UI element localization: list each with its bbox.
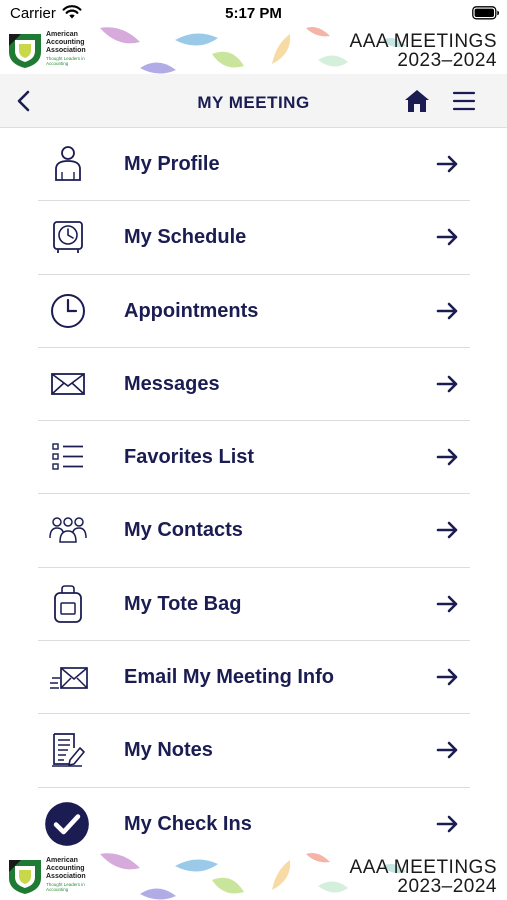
arrow-right-icon <box>436 228 458 246</box>
banner-title-line2: 2023–2024 <box>397 876 497 897</box>
menu-item-label: Favorites List <box>124 446 255 469</box>
arrow-right-icon <box>436 522 458 539</box>
arrow-right-icon <box>436 375 458 393</box>
menu-button[interactable] <box>451 88 477 114</box>
menu-item-my-profile[interactable]: My Profile <box>38 128 470 202</box>
menu-item-label: Email My Meeting Info <box>124 666 335 689</box>
check-circle-icon <box>45 801 89 846</box>
menu-item-label: My Notes <box>124 739 213 762</box>
org-name: American Accounting Association <box>46 31 86 54</box>
person-icon <box>55 146 81 181</box>
status-time: 5:17 PM <box>225 5 282 22</box>
footer-banner: American Accounting Association Thought … <box>0 852 507 900</box>
home-icon <box>405 90 429 112</box>
envelope-icon <box>51 372 85 395</box>
menu-item-label: My Profile <box>124 153 220 175</box>
aaa-logo-icon <box>9 34 41 68</box>
menu-item-label: Appointments <box>124 299 259 322</box>
menu-item-my-contacts[interactable]: My Contacts <box>38 494 470 568</box>
notes-icon <box>52 733 85 768</box>
status-bar: Carrier 5:17 PM <box>0 0 507 28</box>
menu-item-my-check-ins[interactable]: My Check Ins <box>38 788 470 861</box>
menu-item-my-tote-bag[interactable]: My Tote Bag <box>38 568 470 642</box>
clock-icon <box>51 293 85 328</box>
menu-item-favorites-list[interactable]: Favorites List <box>38 421 470 495</box>
menu-item-label: My Tote Bag <box>124 592 242 615</box>
arrow-right-icon <box>436 595 458 613</box>
menu-item-my-schedule[interactable]: My Schedule <box>38 201 470 275</box>
banner-title: AAA MEETINGS 2023–2024 <box>350 858 497 896</box>
arrow-right-icon <box>436 668 458 686</box>
arrow-right-icon <box>436 815 458 832</box>
org-name: American Accounting Association <box>46 857 86 880</box>
navigation-bar: MY MEETING <box>0 74 507 128</box>
menu-item-label: My Schedule <box>124 226 247 249</box>
arrow-right-icon <box>436 742 458 759</box>
banner-title-line1: AAA MEETINGS <box>349 31 497 52</box>
aaa-logo-icon <box>9 860 41 894</box>
org-tagline: Thought Leaders in Accounting <box>46 56 85 66</box>
menu-item-label: My Contacts <box>124 519 243 542</box>
checklist-icon <box>52 443 83 470</box>
clock-box-icon <box>53 221 83 254</box>
arrow-right-icon <box>436 448 458 466</box>
arrow-right-icon <box>436 302 458 319</box>
arrow-right-icon <box>436 155 458 173</box>
banner-title-line2: 2023–2024 <box>397 50 497 71</box>
banner-title: AAA MEETINGS 2023–2024 <box>350 32 497 70</box>
menu-item-label: Messages <box>124 372 220 395</box>
battery-icon <box>472 6 500 25</box>
tote-bag-icon <box>54 584 82 623</box>
contacts-group-icon <box>49 517 87 544</box>
menu-item-my-notes[interactable]: My Notes <box>38 714 470 788</box>
menu-item-label: My Check Ins <box>124 812 252 835</box>
home-button[interactable] <box>403 88 431 114</box>
hamburger-menu-icon <box>452 91 476 111</box>
menu-item-appointments[interactable]: Appointments <box>38 275 470 348</box>
email-send-icon <box>50 667 88 689</box>
banner-title-line1: AAA MEETINGS <box>349 857 497 878</box>
org-tagline: Thought Leaders in Accounting <box>46 882 85 892</box>
menu-item-email-meeting-info[interactable]: Email My Meeting Info <box>38 641 470 715</box>
meeting-menu-list: My Profile My Schedule Appointments Mess… <box>38 128 470 861</box>
header-banner: American Accounting Association Thought … <box>0 26 507 74</box>
menu-item-messages[interactable]: Messages <box>38 348 470 422</box>
